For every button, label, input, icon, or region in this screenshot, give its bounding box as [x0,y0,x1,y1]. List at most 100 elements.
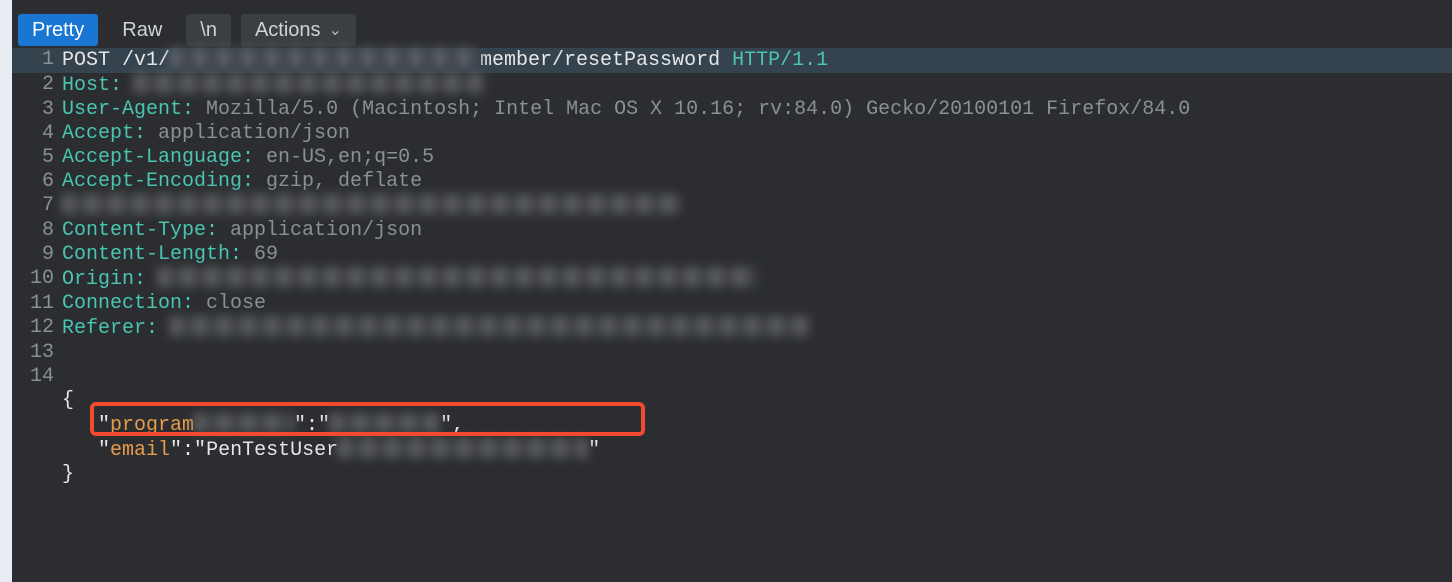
code-line: 11 Connection: close [12,292,1452,316]
brace-close: } [62,463,74,486]
json-key-email: email [110,439,170,462]
header-colon: : [146,317,170,340]
header-colon: : [134,268,158,291]
line-number: 14 [12,365,60,535]
tab-pretty[interactable]: Pretty [18,14,98,46]
header-name: Host [62,74,110,97]
app-window: Pretty Raw \n Actions ⌄ 1 POST /v1/membe… [0,0,1452,582]
header-line[interactable] [60,194,1452,219]
json-quote-end: " [588,439,600,462]
path-suffix: member/resetPassword [480,49,732,72]
chevron-down-icon: ⌄ [329,20,342,40]
code-line: 4 Accept: application/json [12,122,1452,146]
header-name: Accept-Encoding [62,170,242,193]
request-line[interactable]: POST /v1/member/resetPassword HTTP/1.1 [60,48,1452,73]
code-line: 3 User-Agent: Mozilla/5.0 (Macintosh; In… [12,98,1452,122]
json-end: ", [440,414,464,437]
header-name: Content-Type [62,219,206,242]
code-line: 14 { "program":"", "email":"PenTestUser"… [12,365,1452,535]
request-body[interactable]: { "program":"", "email":"PenTestUser" } [60,365,1452,535]
redacted-referer [170,316,810,336]
window-left-edge [0,0,12,582]
header-name: User-Agent [62,98,182,121]
body-indent [62,414,98,437]
header-colon: : [182,98,206,121]
header-line[interactable]: Connection: close [60,292,1452,316]
code-line: 1 POST /v1/member/resetPassword HTTP/1.1 [12,48,1452,73]
header-colon: : [134,122,158,145]
json-quote: " [98,439,110,462]
line-number: 12 [12,316,60,341]
line-number: 11 [12,292,60,316]
http-request-editor: Pretty Raw \n Actions ⌄ 1 POST /v1/membe… [12,0,1452,582]
code-line: 2 Host: [12,73,1452,98]
code-line: 13 [12,341,1452,365]
header-name: Accept-Language [62,146,242,169]
code-line: 5 Accept-Language: en-US,en;q=0.5 [12,146,1452,170]
actions-menu[interactable]: Actions ⌄ [241,14,356,46]
header-value: application/json [230,219,422,242]
line-number: 2 [12,73,60,98]
header-colon: : [230,243,254,266]
redacted-json-value [330,413,440,433]
path-prefix: /v1/ [110,49,170,72]
redacted-origin [158,267,758,287]
line-number: 6 [12,170,60,194]
header-colon: : [206,219,230,242]
actions-menu-label: Actions [255,19,321,42]
code-line: 6 Accept-Encoding: gzip, deflate [12,170,1452,194]
brace-open: { [62,389,74,412]
redacted-path-segment [170,48,480,68]
code-line: 9 Content-Length: 69 [12,243,1452,267]
line-number: 5 [12,146,60,170]
header-value: en-US,en;q=0.5 [266,146,434,169]
header-name: Accept [62,122,134,145]
line-number: 9 [12,243,60,267]
code-line: 8 Content-Type: application/json [12,219,1452,243]
redacted-json-key [194,413,294,433]
header-value: application/json [158,122,350,145]
header-line[interactable]: User-Agent: Mozilla/5.0 (Macintosh; Inte… [60,98,1452,122]
code-line: 10 Origin: [12,267,1452,292]
header-line[interactable]: Accept-Encoding: gzip, deflate [60,170,1452,194]
line-number: 10 [12,267,60,292]
code-line: 7 [12,194,1452,219]
header-colon: : [242,170,266,193]
json-value-email-prefix: PenTestUser [206,439,338,462]
tab-raw[interactable]: Raw [108,14,176,46]
header-value: gzip, deflate [266,170,422,193]
header-value: Mozilla/5.0 (Macintosh; Intel Mac OS X 1… [206,98,1190,121]
toggle-newline[interactable]: \n [186,14,231,46]
json-quote: " [98,414,110,437]
code-line: 12 Referer: [12,316,1452,341]
line-number: 1 [12,48,60,73]
blank-line[interactable] [60,341,1452,365]
json-middle: ":" [294,414,330,437]
header-line[interactable]: Referer: [60,316,1452,341]
json-middle: ":" [170,439,206,462]
code-editor[interactable]: 1 POST /v1/member/resetPassword HTTP/1.1… [12,48,1452,582]
header-name: Origin [62,268,134,291]
header-value: 69 [254,243,278,266]
redacted-email-suffix [338,438,588,458]
header-line[interactable]: Accept-Language: en-US,en;q=0.5 [60,146,1452,170]
header-name: Connection [62,292,182,315]
body-indent [62,439,98,462]
header-line[interactable]: Content-Type: application/json [60,219,1452,243]
header-name: Content-Length [62,243,230,266]
line-number: 13 [12,341,60,365]
line-number: 3 [12,98,60,122]
http-method: POST [62,49,110,72]
header-line[interactable]: Content-Length: 69 [60,243,1452,267]
line-number: 7 [12,194,60,219]
header-value: close [206,292,266,315]
header-line[interactable]: Origin: [60,267,1452,292]
line-number: 4 [12,122,60,146]
header-colon: : [242,146,266,169]
header-colon: : [182,292,206,315]
json-key-program: program [110,414,194,437]
header-line[interactable]: Host: [60,73,1452,98]
redacted-host [134,73,484,93]
header-line[interactable]: Accept: application/json [60,122,1452,146]
header-name: Referer [62,317,146,340]
